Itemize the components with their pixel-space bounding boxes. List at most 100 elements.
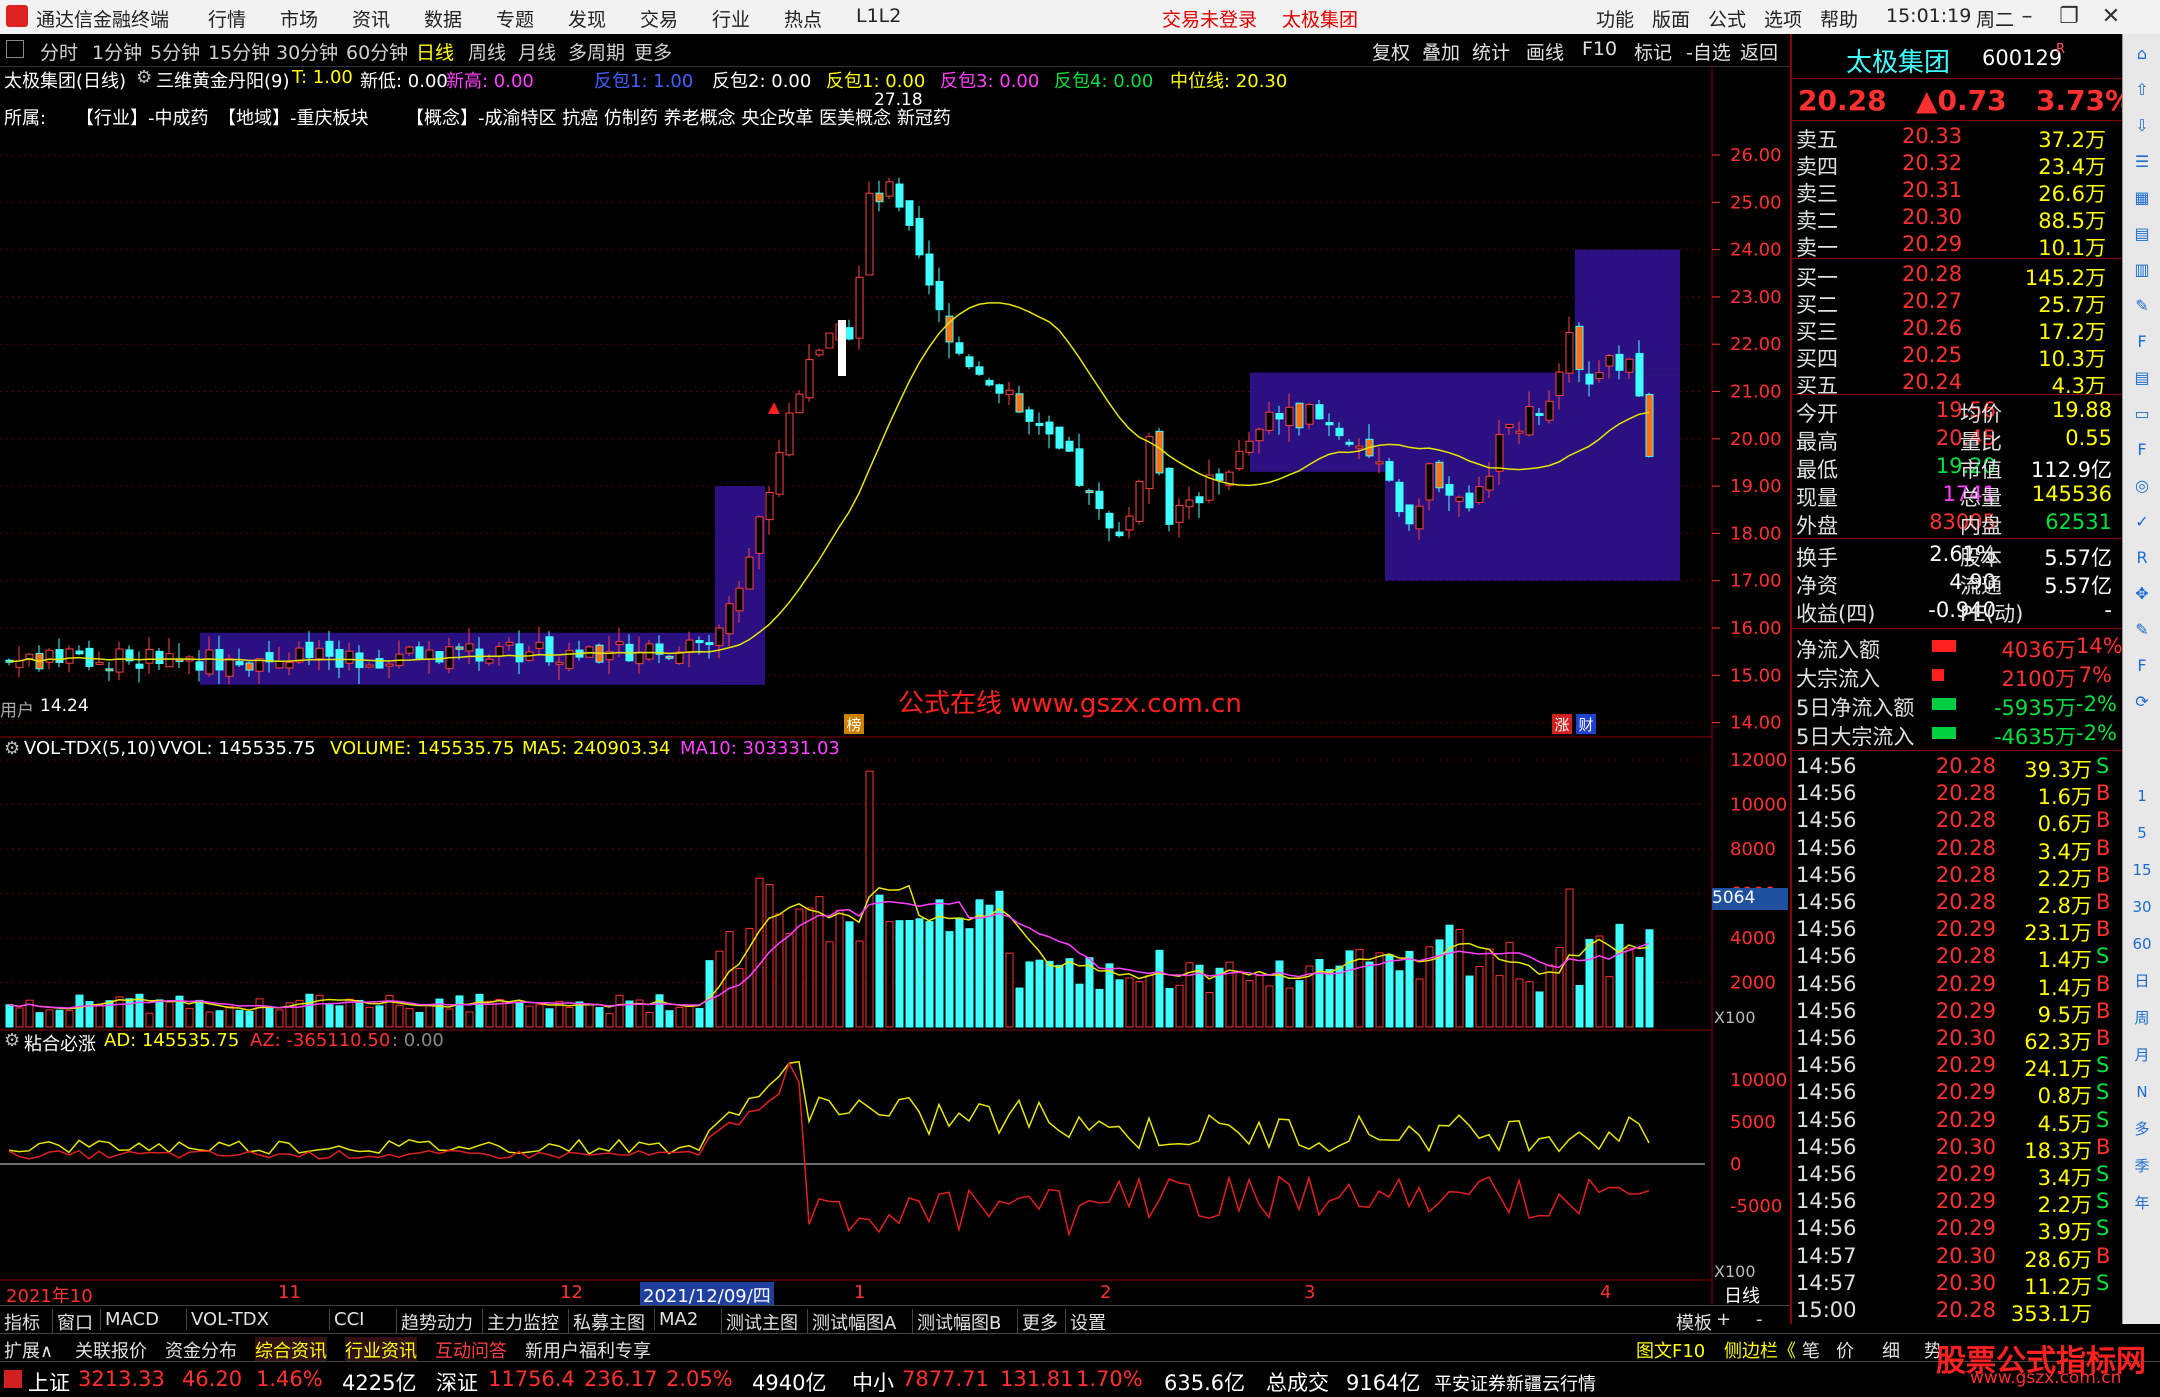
list-icon[interactable]: ☰: [2130, 150, 2154, 174]
ext-tab[interactable]: 行业资讯: [345, 1337, 417, 1363]
indicator-tab[interactable]: 更多: [1017, 1309, 1058, 1335]
restore-icon[interactable]: ❐: [2052, 3, 2086, 31]
fiz-icon[interactable]: F: [2130, 438, 2154, 462]
ext-tab[interactable]: 新用户福利专享: [525, 1337, 651, 1363]
sh-label[interactable]: 上证: [28, 1367, 70, 1397]
volume-bar: [1535, 991, 1544, 1028]
indicator-tab[interactable]: 指标: [4, 1309, 40, 1335]
volume-bar: [195, 999, 204, 1028]
indicator-tab[interactable]: VOL-TDX: [186, 1309, 269, 1330]
indicator-tab[interactable]: 测试幅图B: [912, 1309, 1001, 1335]
period-5[interactable]: 5: [2130, 821, 2154, 845]
indicator-tab[interactable]: 测试幅图A: [807, 1309, 896, 1335]
zhang-marker[interactable]: 涨: [1552, 714, 1572, 734]
doc-icon[interactable]: ▤: [2130, 366, 2154, 390]
volume-bar: [145, 1012, 154, 1028]
indicator-tab[interactable]: 私募主图: [568, 1309, 645, 1335]
home-icon[interactable]: ⌂: [2130, 42, 2154, 66]
period-1[interactable]: 1: [2130, 784, 2154, 808]
grid-icon[interactable]: ▦: [2130, 186, 2154, 210]
ext-right-tab[interactable]: 图文F10: [1636, 1337, 1705, 1363]
period-n[interactable]: N: [2130, 1080, 2154, 1104]
bid-row[interactable]: 买四 20.25 10.3万: [1796, 343, 2116, 371]
tick-icon[interactable]: ✓: [2130, 510, 2154, 534]
bid-row[interactable]: 买一 20.28 145.2万: [1796, 262, 2116, 290]
page-icon[interactable]: ▭: [2130, 402, 2154, 426]
f10-icon[interactable]: F: [2130, 330, 2154, 354]
period-day[interactable]: 日: [2130, 969, 2154, 993]
ext-right-tab[interactable]: 细: [1882, 1337, 1900, 1363]
minimize-icon[interactable]: –: [2010, 3, 2044, 31]
bid-row[interactable]: 买五 20.24 4.3万: [1796, 370, 2116, 398]
volume-bar: [1265, 985, 1274, 1028]
refresh-icon[interactable]: ⟳: [2130, 690, 2154, 714]
period-multi[interactable]: 多: [2130, 1117, 2154, 1141]
ext-tab[interactable]: 资金分布: [165, 1337, 237, 1363]
indicator-tab[interactable]: MACD: [100, 1309, 159, 1330]
ext-tab[interactable]: 关联报价: [75, 1337, 147, 1363]
globe-icon[interactable]: ◎: [2130, 474, 2154, 498]
status-bar: 上证 3213.33 46.20 1.46% 4225亿 深证 11756.4 …: [0, 1344, 2160, 1397]
ask-row[interactable]: 卖二 20.30 88.5万: [1796, 205, 2116, 233]
bid-row[interactable]: 买二 20.27 25.7万: [1796, 289, 2116, 317]
indicator-tab[interactable]: 设置: [1065, 1309, 1106, 1335]
book-icon[interactable]: ✎: [2130, 294, 2154, 318]
template-tab[interactable]: -: [1756, 1309, 1763, 1330]
sz-label[interactable]: 深证: [436, 1367, 478, 1397]
ext-right-tab[interactable]: 价: [1836, 1337, 1854, 1363]
indicator-tab[interactable]: CCI: [329, 1309, 364, 1330]
stat2-row: 换手 2.61% 股本 5.57亿: [1796, 542, 2116, 570]
tick-time: 14:56: [1796, 890, 1857, 914]
period-15[interactable]: 15: [2130, 858, 2154, 882]
ask-row[interactable]: 卖一 20.29 10.1万: [1796, 232, 2116, 260]
indicator-tab[interactable]: 测试主图: [721, 1309, 798, 1335]
ext-tab[interactable]: 互动问答: [435, 1337, 507, 1363]
ext-tab[interactable]: 扩展∧: [4, 1337, 53, 1363]
bang-marker[interactable]: 榜: [844, 714, 864, 734]
up-icon[interactable]: ⇧: [2130, 78, 2154, 102]
period-season[interactable]: 季: [2130, 1154, 2154, 1178]
vol-settings-icon[interactable]: ⚙: [4, 738, 20, 759]
bar-icon[interactable]: ▥: [2130, 258, 2154, 282]
ext-right-tab[interactable]: 侧边栏《: [1724, 1337, 1796, 1363]
chart-canvas[interactable]: 26.0025.0024.0023.0022.0021.0020.0019.00…: [0, 0, 1790, 1305]
period-30[interactable]: 30: [2130, 895, 2154, 919]
indicator-tab[interactable]: 主力监控: [482, 1309, 559, 1335]
period-month[interactable]: 月: [2130, 1043, 2154, 1067]
move-icon[interactable]: ✥: [2130, 582, 2154, 606]
period-year[interactable]: 年: [2130, 1191, 2154, 1215]
ask-row[interactable]: 卖三 20.31 26.6万: [1796, 178, 2116, 206]
pen-icon[interactable]: ✎: [2130, 618, 2154, 642]
candle-body: [1515, 430, 1524, 434]
rsi-icon[interactable]: R: [2130, 546, 2154, 570]
fs-icon[interactable]: F: [2130, 654, 2154, 678]
zx-label[interactable]: 中小: [852, 1367, 894, 1397]
template-tab[interactable]: +: [1716, 1309, 1731, 1330]
down-icon[interactable]: ⇩: [2130, 114, 2154, 138]
bid-row[interactable]: 买三 20.26 17.2万: [1796, 316, 2116, 344]
indicator-tab[interactable]: MA2: [654, 1309, 698, 1330]
indicator-tab[interactable]: 窗口: [52, 1309, 93, 1335]
candle-body: [1275, 413, 1284, 420]
ext-right-tab[interactable]: 笔: [1802, 1337, 1820, 1363]
volume-bar: [1055, 964, 1064, 1028]
vol-title[interactable]: VOL-TDX(5,10): [24, 738, 156, 759]
candle-body: [1285, 406, 1294, 427]
ad-title[interactable]: 粘合必涨: [24, 1030, 96, 1056]
candle-body: [1395, 481, 1404, 513]
close-icon[interactable]: ✕: [2094, 3, 2128, 31]
candle-body: [1585, 373, 1594, 385]
volume-bar: [155, 999, 164, 1028]
cai-marker[interactable]: 财: [1576, 714, 1596, 734]
period-week[interactable]: 周: [2130, 1006, 2154, 1030]
period-60[interactable]: 60: [2130, 932, 2154, 956]
template-tab[interactable]: 模板: [1676, 1309, 1712, 1335]
menu-bangzhu[interactable]: 帮助: [1820, 5, 1858, 32]
indicator-tab[interactable]: 趋势动力: [396, 1309, 473, 1335]
ask-row[interactable]: 卖五 20.33 37.2万: [1796, 124, 2116, 152]
volume-bar: [645, 1012, 654, 1028]
ext-tab[interactable]: 综合资讯: [255, 1337, 327, 1363]
chart-icon[interactable]: ▤: [2130, 222, 2154, 246]
ad-settings-icon[interactable]: ⚙: [4, 1030, 20, 1051]
ask-row[interactable]: 卖四 20.32 23.4万: [1796, 151, 2116, 179]
